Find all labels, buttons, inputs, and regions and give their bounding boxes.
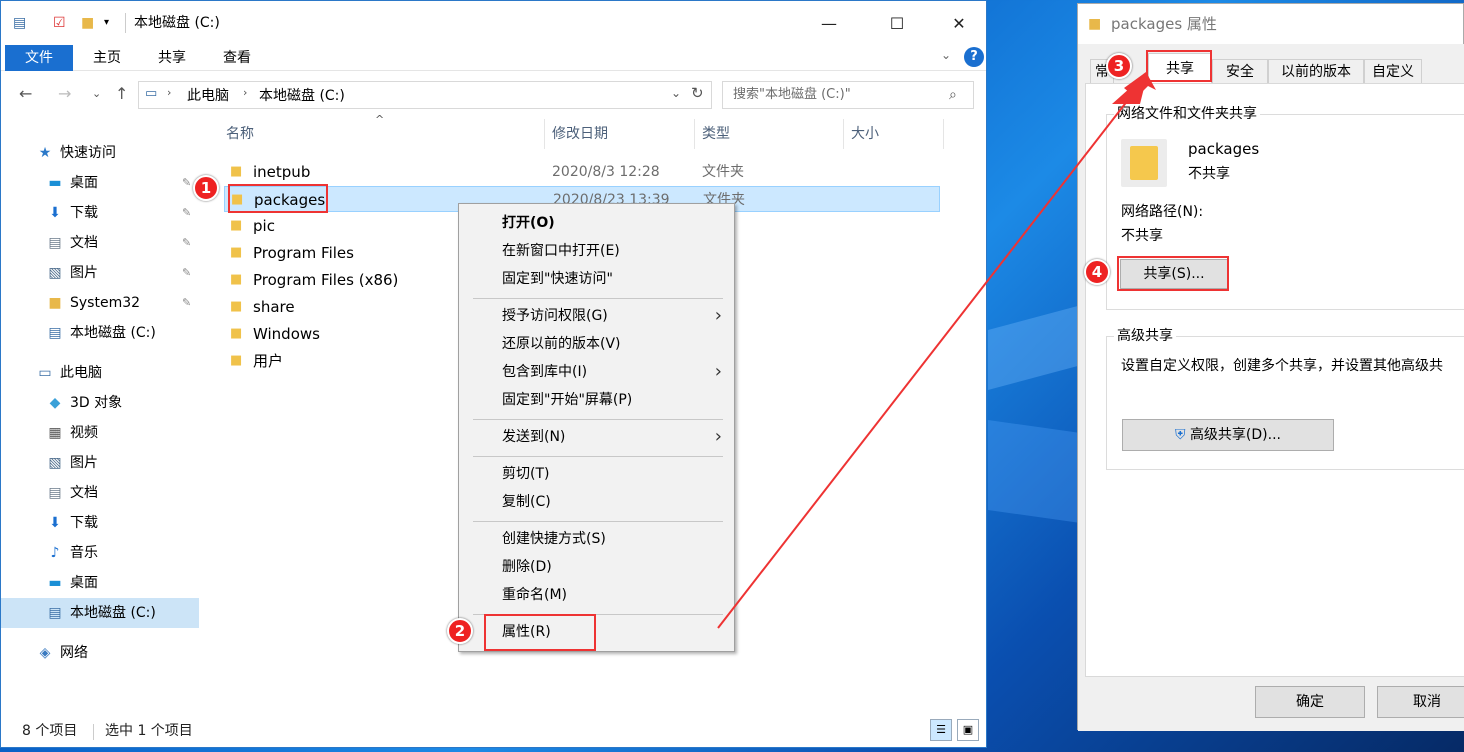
step-badge-2: 2 (447, 618, 473, 644)
annotation-arrow-layer (717, 72, 1156, 629)
highlight-share-button (1117, 256, 1229, 291)
step-badge-4: 4 (1084, 259, 1110, 285)
annotation-arrow-line (717, 99, 1129, 629)
highlight-sharing-tab (1146, 50, 1212, 82)
step-badge-1: 1 (193, 175, 219, 201)
highlight-properties (484, 614, 596, 651)
highlight-packages (228, 184, 328, 213)
step-badge-3: 3 (1106, 53, 1132, 79)
